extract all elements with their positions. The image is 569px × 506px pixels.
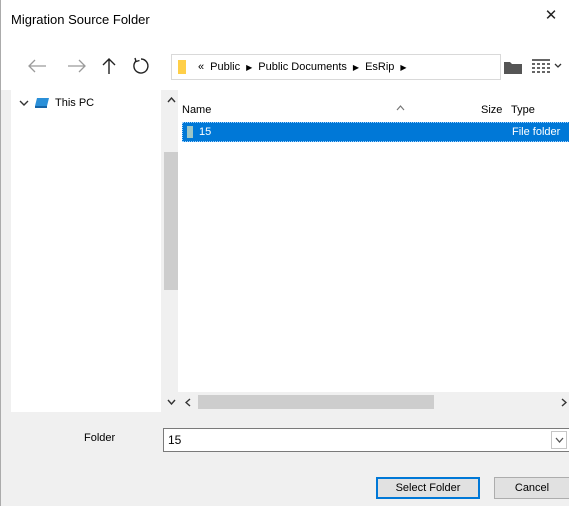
row-type: File folder <box>512 126 561 138</box>
dialog-title: Migration Source Folder <box>11 12 150 27</box>
scroll-left-button[interactable] <box>178 392 198 412</box>
chevron-right-icon[interactable]: ▶ <box>400 63 406 72</box>
dropdown-arrow-icon <box>554 63 562 68</box>
scroll-thumb[interactable] <box>198 395 434 409</box>
breadcrumb-public-documents[interactable]: Public Documents <box>258 61 347 73</box>
column-header-row: Name Size Type <box>178 102 569 120</box>
tree-item-this-pc[interactable]: This PC <box>19 97 94 109</box>
navigation-bar: « Public ▶ Public Documents ▶ EsRip ▶ <box>1 38 569 90</box>
column-header-size[interactable]: Size <box>481 104 502 116</box>
column-header-name[interactable]: Name <box>182 104 211 116</box>
grid-view-icon <box>532 59 550 73</box>
folder-input[interactable] <box>164 429 544 451</box>
refresh-button[interactable] <box>129 56 153 76</box>
refresh-icon <box>133 57 149 74</box>
table-row[interactable]: 15 File folder <box>182 122 569 142</box>
folder-picker-dialog: Migration Source Folder ✕ « Public ▶ Pub… <box>0 0 569 506</box>
breadcrumb-esrip[interactable]: EsRip <box>365 61 394 73</box>
chevron-right-icon[interactable]: ▶ <box>246 63 252 72</box>
arrow-right-icon <box>68 59 86 73</box>
address-bar[interactable]: « Public ▶ Public Documents ▶ EsRip ▶ <box>171 54 501 80</box>
arrow-left-icon <box>28 59 46 73</box>
chevron-right-icon <box>561 397 567 407</box>
title-bar: Migration Source Folder ✕ <box>1 0 569 38</box>
chevron-left-icon <box>185 397 191 407</box>
tree-item-label: This PC <box>55 97 95 109</box>
scroll-thumb[interactable] <box>164 152 178 290</box>
up-button[interactable] <box>97 56 121 76</box>
column-header-type[interactable]: Type <box>511 104 535 116</box>
folder-dropdown-button[interactable] <box>551 431 567 449</box>
cancel-button[interactable]: Cancel <box>494 477 569 499</box>
folder-label: Folder <box>84 432 116 444</box>
view-options-button[interactable] <box>532 58 562 74</box>
arrow-up-icon <box>102 58 116 74</box>
breadcrumb-public[interactable]: Public <box>210 61 240 73</box>
navigation-tree: This PC <box>11 90 181 412</box>
chevron-down-icon <box>555 437 563 443</box>
sort-ascending-icon <box>396 103 405 114</box>
folder-icon <box>178 60 186 74</box>
chevron-down-icon[interactable] <box>19 98 31 108</box>
file-list: Name Size Type 15 File folder <box>178 90 569 412</box>
folder-icon <box>187 126 193 138</box>
file-horizontal-scrollbar[interactable] <box>178 392 569 412</box>
chevron-right-icon[interactable]: ▶ <box>353 63 359 72</box>
computer-icon <box>35 98 49 108</box>
back-button[interactable] <box>25 56 49 76</box>
new-folder-icon <box>504 62 522 74</box>
breadcrumb-overflow[interactable]: « <box>198 61 204 73</box>
chevron-up-icon <box>166 97 176 103</box>
close-button[interactable]: ✕ <box>532 0 569 30</box>
scroll-right-button[interactable] <box>558 392 569 412</box>
select-folder-button[interactable]: Select Folder <box>376 477 480 499</box>
close-icon: ✕ <box>544 7 558 24</box>
new-folder-button[interactable] <box>504 60 522 74</box>
chevron-down-icon <box>166 399 176 405</box>
forward-button[interactable] <box>65 56 89 76</box>
folder-combobox[interactable] <box>163 428 569 452</box>
